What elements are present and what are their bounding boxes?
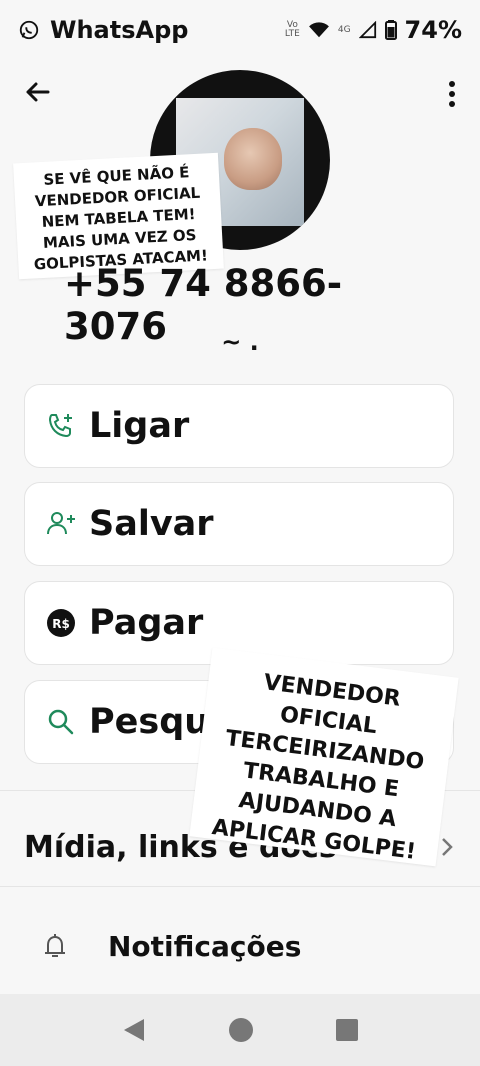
battery-icon xyxy=(384,20,397,40)
contact-subtitle: ~ . xyxy=(221,328,259,356)
battery-percent: 74% xyxy=(404,16,462,44)
pay-label: Pagar xyxy=(89,603,204,643)
nav-home-icon[interactable] xyxy=(228,1017,254,1043)
back-arrow-icon[interactable] xyxy=(22,76,54,108)
status-right: Vo LTE 4G 74% xyxy=(285,16,462,44)
save-contact-button[interactable]: Salvar xyxy=(24,482,454,566)
notifications-label: Notificações xyxy=(108,929,302,963)
rs-badge-icon: R$ xyxy=(45,607,77,639)
status-app-name: WhatsApp xyxy=(50,16,189,44)
call-label: Ligar xyxy=(89,406,190,446)
volte-indicator: Vo LTE xyxy=(285,21,300,39)
sticker-annotation-middle: VENDEDOR OFICIAL TERCEIRIZANDO TRABALHO … xyxy=(189,647,459,867)
nav-recents-icon[interactable] xyxy=(336,1019,358,1041)
status-left: WhatsApp xyxy=(18,16,188,44)
rs-badge-text: R$ xyxy=(52,617,70,631)
network-type: 4G xyxy=(337,24,351,35)
nav-back-icon[interactable] xyxy=(122,1017,146,1043)
wifi-icon xyxy=(308,22,329,38)
status-bar: WhatsApp Vo LTE 4G 74% xyxy=(0,0,480,60)
sticker-annotation-top: SE VÊ QUE NÃO É VENDEDOR OFICIAL NEM TAB… xyxy=(13,152,224,280)
person-add-icon xyxy=(45,508,77,540)
phone-plus-icon xyxy=(45,410,77,442)
search-icon xyxy=(45,706,77,738)
chevron-right-icon xyxy=(442,838,453,856)
section-divider xyxy=(0,886,480,887)
lte-text: LTE xyxy=(284,29,300,39)
signal-icon xyxy=(358,21,376,39)
save-label: Salvar xyxy=(89,504,214,544)
more-vert-icon[interactable] xyxy=(446,78,458,110)
avatar-face xyxy=(224,128,282,190)
call-button[interactable]: Ligar xyxy=(24,384,454,468)
system-nav-bar xyxy=(0,994,480,1066)
whatsapp-icon xyxy=(19,20,39,40)
bell-icon xyxy=(45,934,65,957)
notifications-row[interactable]: Notificações xyxy=(0,910,480,982)
